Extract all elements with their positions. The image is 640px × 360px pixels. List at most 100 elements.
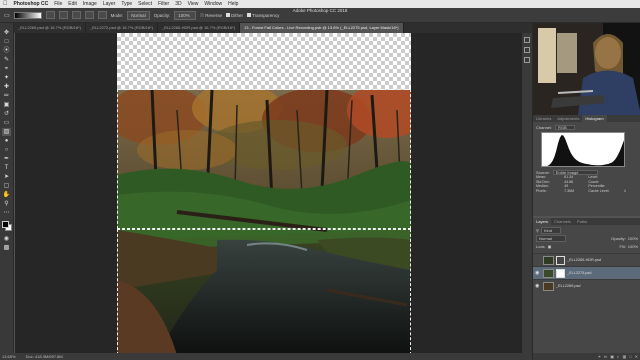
menu-image[interactable]: Image bbox=[83, 1, 97, 7]
layer-mask-thumbnail[interactable] bbox=[556, 255, 565, 265]
menu-help[interactable]: Help bbox=[228, 1, 238, 7]
tab-libraries[interactable]: Libraries bbox=[533, 115, 554, 122]
layer-row-selected[interactable]: ◉ _ELL2275.psd bbox=[533, 266, 640, 279]
fx-icon[interactable]: fx bbox=[604, 353, 607, 360]
gradient-diamond-button[interactable] bbox=[97, 11, 107, 19]
menu-bar:  Photoshop CC File Edit Image Layer Typ… bbox=[0, 0, 640, 8]
menu-window[interactable]: Window bbox=[204, 1, 222, 7]
quick-mask-icon[interactable]: ◉ bbox=[2, 235, 11, 243]
clone-stamp-tool-icon[interactable]: ▣ bbox=[2, 101, 11, 109]
layer-name[interactable]: _ELL2275.psd bbox=[567, 271, 592, 275]
app-menu[interactable]: Photoshop CC bbox=[14, 1, 49, 7]
fill-label: Fill: bbox=[619, 243, 626, 249]
eraser-tool-icon[interactable]: ▭ bbox=[2, 119, 11, 127]
tab-adjustments[interactable]: Adjustments bbox=[554, 115, 582, 122]
trash-icon[interactable]: ✕ bbox=[635, 353, 638, 360]
more-tools-icon[interactable]: ⋯ bbox=[2, 209, 11, 217]
zoom-level[interactable]: 13.65% bbox=[2, 353, 16, 360]
history-panel-icon[interactable] bbox=[524, 37, 530, 43]
tab-paths[interactable]: Paths bbox=[574, 218, 590, 225]
menu-type[interactable]: Type bbox=[121, 1, 132, 7]
menu-3d[interactable]: 3D bbox=[175, 1, 181, 7]
window-title: Adobe Photoshop CC 2018 bbox=[292, 8, 348, 13]
foreground-color[interactable] bbox=[1, 221, 9, 228]
gradient-angle-button[interactable] bbox=[71, 11, 81, 19]
stat-cache-value: 4 bbox=[623, 188, 626, 193]
blur-tool-icon[interactable]: ● bbox=[2, 137, 11, 145]
menu-view[interactable]: View bbox=[188, 1, 199, 7]
menu-file[interactable]: File bbox=[54, 1, 62, 7]
screen-mode-icon[interactable]: ▩ bbox=[2, 244, 11, 252]
opacity-field[interactable]: 100% bbox=[174, 10, 197, 20]
layer-filter-row: ⚲ Kind bbox=[533, 226, 640, 234]
properties-panel-icon[interactable] bbox=[524, 47, 530, 53]
gradient-picker[interactable] bbox=[13, 11, 42, 19]
adjustment-icon[interactable]: ◐ bbox=[617, 353, 619, 360]
search-icon[interactable]: ⚲ bbox=[536, 228, 539, 233]
source-select[interactable]: Entire Image bbox=[552, 169, 598, 175]
kind-filter-select[interactable]: Kind bbox=[540, 226, 561, 234]
quick-select-tool-icon[interactable]: ✎ bbox=[2, 56, 11, 64]
gradient-tool-icon[interactable]: ▭ bbox=[4, 12, 10, 19]
type-tool-icon[interactable]: T bbox=[2, 164, 11, 172]
menu-select[interactable]: Select bbox=[138, 1, 152, 7]
healing-brush-tool-icon[interactable]: ✚ bbox=[2, 83, 11, 91]
fill-field[interactable]: 100% bbox=[628, 244, 638, 249]
transparent-area bbox=[117, 33, 411, 90]
crop-tool-icon[interactable]: ⌖ bbox=[2, 65, 11, 73]
photoshop-window:  Photoshop CC File Edit Image Layer Typ… bbox=[0, 0, 640, 360]
path-select-tool-icon[interactable]: ➤ bbox=[2, 173, 11, 181]
gradient-linear-button[interactable] bbox=[45, 11, 55, 19]
source-label: Source: bbox=[536, 169, 550, 175]
layer-row[interactable]: ◉ _ELL2269.psd bbox=[533, 279, 640, 292]
eyedropper-tool-icon[interactable]: ✦ bbox=[2, 74, 11, 82]
color-swatches[interactable] bbox=[1, 221, 12, 231]
hand-tool-icon[interactable]: ✋ bbox=[2, 191, 11, 199]
tab-channels[interactable]: Channels bbox=[551, 218, 574, 225]
right-panel: Libraries Adjustments Histogram Channel:… bbox=[532, 23, 640, 360]
move-tool-icon[interactable]: ✥ bbox=[2, 29, 11, 37]
rectangle-tool-icon[interactable]: ▢ bbox=[2, 182, 11, 190]
layer-name[interactable]: _ELL2269.psd bbox=[556, 284, 581, 288]
new-layer-icon[interactable]: □ bbox=[629, 353, 631, 360]
tab-document-2[interactable]: _ELL2272.psd @ 16.7% (RGB/16*) bbox=[86, 23, 158, 33]
zoom-tool-icon[interactable]: ⚲ bbox=[2, 200, 11, 208]
histogram-stats: Mean: 61.34 Level: Std Dev: 44.86 Count:… bbox=[536, 175, 638, 193]
layer-row[interactable]: _ELL2265-HDR.psd bbox=[533, 253, 640, 266]
menu-edit[interactable]: Edit bbox=[68, 1, 77, 7]
marquee-tool-icon[interactable]: □ bbox=[2, 38, 11, 46]
lasso-tool-icon[interactable]: ⦿ bbox=[2, 47, 11, 55]
brush-tool-icon[interactable]: ✏ bbox=[2, 92, 11, 100]
histogram-graph bbox=[547, 135, 624, 166]
canvas-area[interactable] bbox=[15, 33, 532, 353]
channel-select[interactable]: RGB bbox=[555, 124, 576, 130]
tab-document-3[interactable]: _ELL2265-HDR.psd @ 16.7% (RGB/16*) bbox=[158, 23, 240, 33]
document-canvas[interactable] bbox=[117, 33, 411, 353]
tab-document-1[interactable]: _ELL2269.psd @ 16.7% (RGB/16*) bbox=[14, 23, 86, 33]
apple-icon[interactable]:  bbox=[3, 0, 8, 8]
tab-layers[interactable]: Layers bbox=[533, 218, 552, 225]
layer-name[interactable]: _ELL2265-HDR.psd bbox=[567, 258, 601, 262]
brush-panel-icon[interactable] bbox=[524, 57, 530, 63]
pen-tool-icon[interactable]: ✒ bbox=[2, 155, 11, 163]
tab-histogram[interactable]: Histogram bbox=[582, 115, 607, 122]
mode-select[interactable]: Normal bbox=[127, 10, 150, 20]
menu-filter[interactable]: Filter bbox=[158, 1, 169, 7]
lock-icon[interactable]: ▣ bbox=[548, 244, 552, 249]
reverse-checkbox[interactable]: Reverse bbox=[200, 13, 222, 18]
history-brush-tool-icon[interactable]: ↺ bbox=[2, 110, 11, 118]
menu-layer[interactable]: Layer bbox=[103, 1, 116, 7]
gradient-reflected-button[interactable] bbox=[84, 11, 94, 19]
gradient-tool-icon-active[interactable]: ▨ bbox=[2, 128, 11, 136]
blend-mode-select[interactable]: Normal bbox=[536, 234, 566, 242]
link-layers-icon[interactable]: ⚭ bbox=[598, 353, 601, 360]
visibility-eye-icon[interactable]: ◉ bbox=[535, 283, 541, 289]
dodge-tool-icon[interactable]: ○ bbox=[2, 146, 11, 154]
add-mask-icon[interactable]: ▣ bbox=[610, 353, 614, 360]
layer-opacity-field[interactable]: 100% bbox=[628, 236, 638, 241]
layer-mask-thumbnail[interactable] bbox=[556, 268, 565, 278]
visibility-eye-icon[interactable]: ◉ bbox=[535, 270, 541, 276]
tab-document-active[interactable]: 13 - Forest Fall Colors - Live Recording… bbox=[239, 23, 404, 33]
group-folder-icon[interactable]: ▦ bbox=[622, 353, 626, 360]
gradient-radial-button[interactable] bbox=[58, 11, 68, 19]
